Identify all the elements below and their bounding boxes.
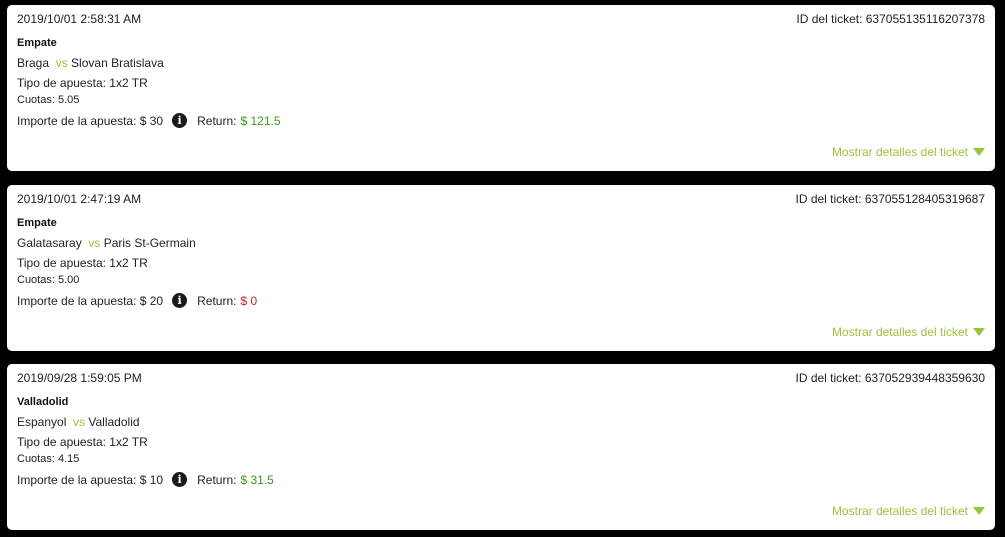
match-teams: Galatasaray vs Paris St-Germain — [17, 236, 196, 250]
odds: Cuotas: 5.05 — [17, 94, 80, 106]
market-selection: Empate — [17, 217, 57, 229]
ticket-date: 2019/09/28 1:59:05 PM — [17, 371, 142, 385]
home-team: Espanyol — [17, 415, 67, 429]
bet-type: Tipo de apuesta: 1x2 TR — [17, 76, 148, 90]
ticket-date: 2019/10/01 2:47:19 AM — [17, 192, 142, 206]
home-team: Galatasaray — [17, 236, 82, 250]
details-link-label: Mostrar detalles del ticket — [831, 504, 968, 518]
return-value: $ 31.5 — [240, 472, 274, 487]
bet-type: Tipo de apuesta: 1x2 TR — [17, 435, 148, 449]
market-selection: Empate — [17, 37, 57, 49]
ticket-card: 2019/09/28 1:59:05 PM ID del ticket: 637… — [7, 364, 995, 530]
info-icon[interactable]: i — [172, 293, 188, 308]
show-ticket-details-link[interactable]: Mostrar detalles del ticket — [832, 504, 985, 518]
odds: Cuotas: 4.15 — [17, 453, 80, 465]
ticket-card: 2019/10/01 2:58:31 AM ID del ticket: 637… — [7, 5, 995, 171]
amount-row: Importe de la apuesta: $ 10 i Return: $ … — [17, 472, 274, 487]
chevron-down-icon — [973, 328, 985, 336]
market-selection: Valladolid — [17, 396, 69, 408]
return-label: Return: — [197, 472, 237, 487]
ticket-id: ID del ticket: 637055128405319687 — [795, 192, 986, 206]
return-label: Return: — [197, 293, 237, 308]
odds: Cuotas: 5.00 — [17, 274, 80, 286]
bet-amount: Importe de la apuesta: $ 10 — [17, 472, 164, 487]
details-link-label: Mostrar detalles del ticket — [831, 325, 968, 339]
return-value: $ 0 — [240, 293, 258, 308]
ticket-id: ID del ticket: 637052939448359630 — [795, 371, 986, 385]
return-label: Return: — [197, 113, 237, 128]
match-teams: Braga vs Slovan Bratislava — [17, 56, 164, 70]
bet-amount: Importe de la apuesta: $ 30 — [17, 113, 164, 128]
show-ticket-details-link[interactable]: Mostrar detalles del ticket — [832, 145, 985, 159]
away-team: Paris St-Germain — [103, 236, 196, 250]
info-icon[interactable]: i — [172, 113, 188, 128]
ticket-id: ID del ticket: 637055135116207378 — [796, 12, 985, 26]
amount-row: Importe de la apuesta: $ 30 i Return: $ … — [17, 113, 281, 128]
bet-amount: Importe de la apuesta: $ 20 — [17, 293, 164, 308]
vs-label: vs — [73, 415, 86, 429]
away-team: Valladolid — [88, 415, 140, 429]
ticket-date: 2019/10/01 2:58:31 AM — [17, 12, 142, 26]
vs-label: vs — [88, 236, 101, 250]
info-icon[interactable]: i — [172, 472, 188, 487]
away-team: Slovan Bratislava — [71, 56, 164, 70]
chevron-down-icon — [973, 148, 985, 156]
match-teams: Espanyol vs Valladolid — [17, 415, 140, 429]
show-ticket-details-link[interactable]: Mostrar detalles del ticket — [832, 325, 985, 339]
ticket-card: 2019/10/01 2:47:19 AM ID del ticket: 637… — [7, 185, 995, 351]
details-link-label: Mostrar detalles del ticket — [831, 145, 968, 159]
chevron-down-icon — [973, 507, 985, 515]
bet-type: Tipo de apuesta: 1x2 TR — [17, 256, 148, 270]
vs-label: vs — [55, 56, 68, 70]
amount-row: Importe de la apuesta: $ 20 i Return: $ … — [17, 293, 257, 308]
return-value: $ 121.5 — [240, 113, 281, 128]
home-team: Braga — [17, 56, 50, 70]
ticket-list: 2019/10/01 2:58:31 AM ID del ticket: 637… — [0, 0, 1005, 537]
